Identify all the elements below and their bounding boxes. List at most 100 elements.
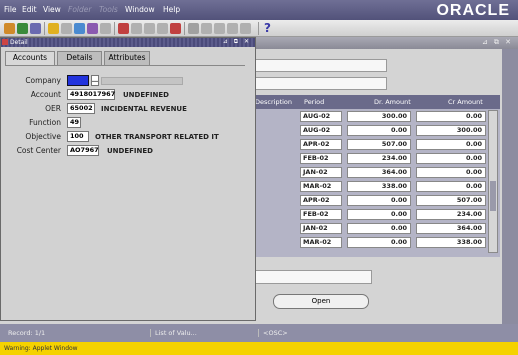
objective-field[interactable]: 100 <box>67 131 89 142</box>
tab-details[interactable]: Details <box>57 51 102 65</box>
scrollbar-thumb[interactable] <box>490 181 496 211</box>
period-cell[interactable]: JAN-02 <box>300 167 342 178</box>
cr-amount-cell[interactable]: 0.00 <box>416 153 486 164</box>
new-icon[interactable] <box>4 23 15 34</box>
table-row[interactable]: JAN-02 364.00 0.00 <box>252 166 500 179</box>
company-field[interactable] <box>67 75 89 86</box>
journal-field[interactable] <box>252 77 387 90</box>
account-field[interactable]: 4918017967 <box>67 89 115 100</box>
open-button[interactable]: Open <box>273 294 369 309</box>
table-row[interactable]: JAN-02 0.00 364.00 <box>252 222 500 235</box>
cost-center-field[interactable]: AO7967 <box>67 145 99 156</box>
form-window-controls[interactable]: ⊿ ⧉ ✕ <box>482 38 513 47</box>
clear-record-icon[interactable] <box>157 23 168 34</box>
function-field[interactable]: 49 <box>67 117 81 128</box>
cr-amount-cell[interactable]: 0.00 <box>416 111 486 122</box>
print-icon[interactable] <box>61 23 72 34</box>
table-row[interactable]: FEB-02 0.00 234.00 <box>252 208 500 221</box>
dr-amount-cell[interactable]: 507.00 <box>347 139 411 150</box>
cr-amount-cell[interactable]: 364.00 <box>416 223 486 234</box>
paste-icon[interactable] <box>144 23 155 34</box>
dr-amount-cell[interactable]: 0.00 <box>347 209 411 220</box>
journal-field[interactable] <box>252 59 387 72</box>
navigator-icon[interactable] <box>30 23 41 34</box>
period-cell[interactable]: AUG-02 <box>300 125 342 136</box>
cr-amount-cell[interactable]: 507.00 <box>416 195 486 206</box>
dr-amount-cell[interactable]: 0.00 <box>347 237 411 248</box>
help-icon[interactable]: ? <box>264 21 271 35</box>
account-description: UNDEFINED <box>123 91 169 99</box>
cr-amount-cell[interactable]: 300.00 <box>416 125 486 136</box>
attachments-icon[interactable] <box>74 23 85 34</box>
period-cell[interactable]: FEB-02 <box>300 153 342 164</box>
list-of-values-icon[interactable] <box>214 23 225 34</box>
dr-amount-cell[interactable]: 0.00 <box>347 195 411 206</box>
table-row[interactable]: AUG-02 300.00 0.00 <box>252 110 500 123</box>
status-bar: Record: 1/1 List of Valu... <OSC> <box>0 324 518 342</box>
period-cell[interactable]: AUG-02 <box>300 111 342 122</box>
zoom-icon[interactable] <box>100 23 111 34</box>
menu-view[interactable]: View <box>43 5 61 14</box>
journal-field[interactable] <box>252 270 372 284</box>
folder-tools-icon[interactable] <box>227 23 238 34</box>
company-lov-button[interactable]: … <box>91 75 99 86</box>
journal-lines-grid: Description Period Dr. Amount Cr Amount … <box>252 95 500 257</box>
period-cell[interactable]: MAR-02 <box>300 181 342 192</box>
copy-icon[interactable] <box>131 23 142 34</box>
menu-folder[interactable]: Folder <box>68 5 91 14</box>
company-description-field <box>101 77 183 85</box>
grid-scrollbar[interactable] <box>488 110 498 253</box>
folder-icon[interactable] <box>87 23 98 34</box>
cr-amount-cell[interactable]: 0.00 <box>416 139 486 150</box>
dr-amount-cell[interactable]: 234.00 <box>347 153 411 164</box>
dr-amount-cell[interactable]: 0.00 <box>347 223 411 234</box>
function-label: Function <box>29 118 61 127</box>
tab-accounts[interactable]: Accounts <box>5 51 55 66</box>
tab-attributes[interactable]: Attributes <box>104 51 150 65</box>
oer-field[interactable]: 65002 <box>67 103 95 114</box>
toolbar-divider <box>258 22 259 35</box>
edit-field-icon[interactable] <box>188 23 199 34</box>
find-icon[interactable] <box>17 23 28 34</box>
save-icon[interactable] <box>48 23 59 34</box>
table-row[interactable]: APR-02 0.00 507.00 <box>252 194 500 207</box>
table-row[interactable]: MAR-02 0.00 338.00 <box>252 236 500 249</box>
toolbar-divider <box>44 22 45 35</box>
cr-amount-cell[interactable]: 0.00 <box>416 167 486 178</box>
translations-icon[interactable] <box>201 23 212 34</box>
menu-window[interactable]: Window <box>125 5 155 14</box>
cr-amount-cell[interactable]: 338.00 <box>416 237 486 248</box>
oracle-logo: ORACLE <box>436 2 510 19</box>
detail-title-bar[interactable]: Detail ⊿ ⧉ ✕ <box>1 38 255 47</box>
window-help-icon[interactable] <box>240 23 251 34</box>
period-cell[interactable]: APR-02 <box>300 195 342 206</box>
dr-amount-cell[interactable]: 364.00 <box>347 167 411 178</box>
cost-center-label: Cost Center <box>16 146 61 155</box>
table-row[interactable]: APR-02 507.00 0.00 <box>252 138 500 151</box>
menu-help[interactable]: Help <box>163 5 180 14</box>
osc-indicator: <OSC> <box>258 329 288 337</box>
menu-tools[interactable]: Tools <box>99 5 118 14</box>
menu-edit[interactable]: Edit <box>22 5 37 14</box>
objective-label: Objective <box>25 132 61 141</box>
list-of-values-indicator: List of Valu... <box>150 329 197 337</box>
table-row[interactable]: MAR-02 338.00 0.00 <box>252 180 500 193</box>
detail-window-controls[interactable]: ⊿ ⧉ ✕ <box>223 38 251 46</box>
detail-window: Detail ⊿ ⧉ ✕ Accounts Details Attributes… <box>0 37 256 321</box>
period-cell[interactable]: JAN-02 <box>300 223 342 234</box>
delete-icon[interactable] <box>170 23 181 34</box>
period-cell[interactable]: FEB-02 <box>300 209 342 220</box>
cr-amount-cell[interactable]: 0.00 <box>416 181 486 192</box>
form-background-strip <box>502 49 518 324</box>
dr-amount-cell[interactable]: 0.00 <box>347 125 411 136</box>
objective-description: OTHER TRANSPORT RELATED IT <box>95 133 219 141</box>
table-row[interactable]: FEB-02 234.00 0.00 <box>252 152 500 165</box>
period-cell[interactable]: APR-02 <box>300 139 342 150</box>
period-cell[interactable]: MAR-02 <box>300 237 342 248</box>
cut-icon[interactable] <box>118 23 129 34</box>
dr-amount-cell[interactable]: 300.00 <box>347 111 411 122</box>
table-row[interactable]: AUG-02 0.00 300.00 <box>252 124 500 137</box>
cr-amount-cell[interactable]: 234.00 <box>416 209 486 220</box>
menu-file[interactable]: File <box>4 5 17 14</box>
dr-amount-cell[interactable]: 338.00 <box>347 181 411 192</box>
